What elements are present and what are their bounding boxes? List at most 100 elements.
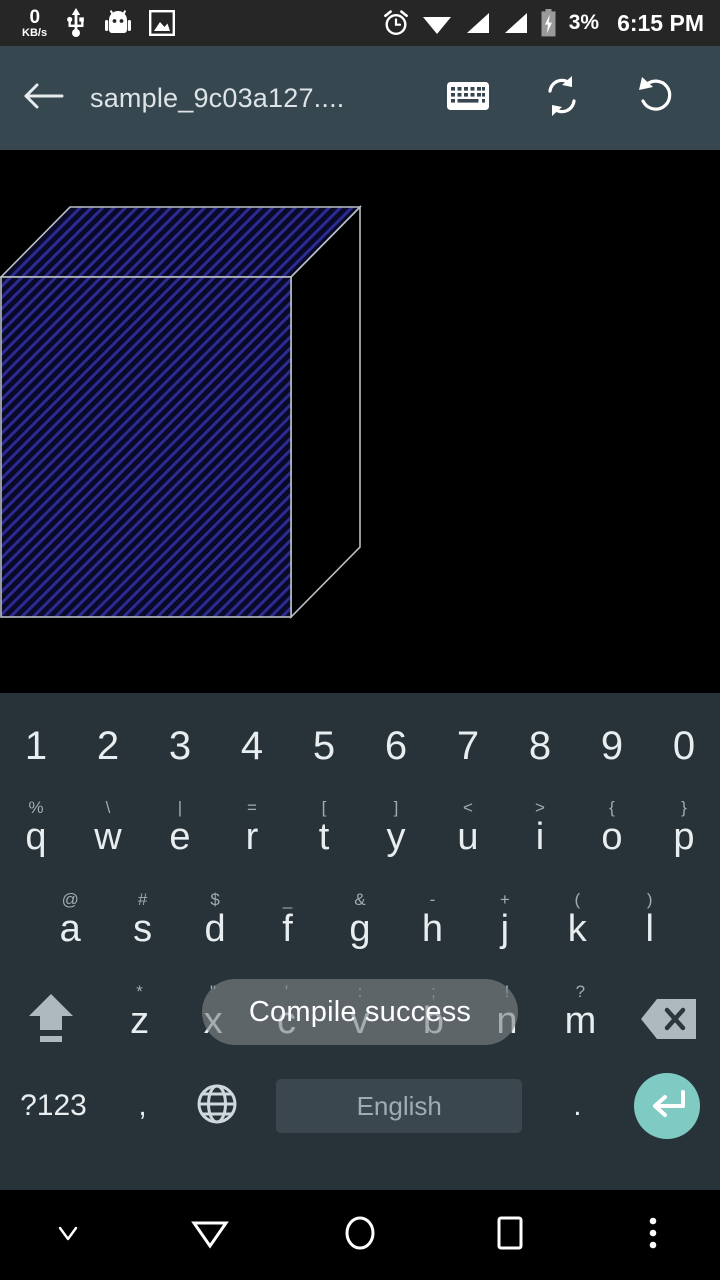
key-s[interactable]: # s bbox=[106, 883, 178, 975]
key-label: d bbox=[204, 908, 226, 950]
key-p[interactable]: } p bbox=[648, 791, 720, 883]
key-i[interactable]: > i bbox=[504, 791, 576, 883]
symbols-key-label: ?123 bbox=[20, 1089, 87, 1122]
space-key-label: English bbox=[356, 1090, 442, 1121]
enter-icon bbox=[647, 1087, 687, 1126]
key-label: j bbox=[500, 908, 510, 950]
key-7[interactable]: 7 bbox=[432, 707, 504, 785]
backspace-icon bbox=[639, 996, 699, 1047]
key-sublabel: = bbox=[247, 798, 257, 817]
key-label: q bbox=[25, 816, 47, 858]
key-o[interactable]: {o bbox=[576, 791, 648, 883]
undo-icon[interactable] bbox=[634, 75, 676, 122]
key-sublabel: ? bbox=[575, 982, 586, 1001]
enter-key-surface bbox=[633, 1073, 700, 1139]
alarm-icon bbox=[382, 9, 410, 37]
soft-keyboard[interactable]: 1 2 3 4 5 6 7 8 9 0 % q \ w | e = r [t ] y < u… bbox=[0, 693, 720, 1190]
key-label: 6 bbox=[384, 724, 408, 768]
key-label: p bbox=[673, 816, 695, 858]
shift-icon bbox=[23, 988, 79, 1055]
key-label: m bbox=[564, 1000, 597, 1042]
sync-icon[interactable] bbox=[542, 75, 582, 122]
overflow-menu-button[interactable] bbox=[585, 1190, 720, 1280]
key-sublabel: \ bbox=[105, 798, 111, 817]
key-label: u bbox=[457, 816, 479, 858]
key-z[interactable]: * z bbox=[103, 975, 176, 1067]
enter-key[interactable] bbox=[613, 1071, 720, 1141]
overflow-menu-icon bbox=[647, 1213, 659, 1258]
key-l[interactable]: ) l bbox=[614, 883, 686, 975]
key-label: z bbox=[130, 1000, 150, 1042]
key-sublabel: $ bbox=[210, 890, 220, 909]
period-key-label: . bbox=[573, 1089, 582, 1122]
image-icon bbox=[149, 10, 176, 36]
key-r[interactable]: = r bbox=[216, 791, 288, 883]
key-j[interactable]: + j bbox=[469, 883, 541, 975]
battery-charging-icon bbox=[540, 9, 557, 37]
key-h[interactable]: -h bbox=[396, 883, 468, 975]
key-g[interactable]: & g bbox=[324, 883, 396, 975]
key-label: l bbox=[645, 908, 654, 950]
key-3[interactable]: 3 bbox=[144, 707, 216, 785]
key-f[interactable]: _ f bbox=[251, 883, 323, 975]
space-key[interactable]: English bbox=[257, 1071, 542, 1141]
key-sublabel: ) bbox=[646, 890, 653, 909]
key-5[interactable]: 5 bbox=[288, 707, 360, 785]
back-button[interactable] bbox=[0, 80, 86, 117]
key-4[interactable]: 4 bbox=[216, 707, 288, 785]
key-1[interactable]: 1 bbox=[0, 707, 72, 785]
key-label: e bbox=[169, 816, 191, 858]
back-nav-button[interactable] bbox=[135, 1190, 285, 1280]
keyboard-row-qwerty: % q \ w | e = r [t ] y < u > i {o } p bbox=[0, 791, 720, 883]
key-w[interactable]: \ w bbox=[72, 791, 144, 883]
page-title: sample_9c03a127.... bbox=[90, 82, 345, 113]
key-label: y bbox=[386, 816, 406, 858]
key-2[interactable]: 2 bbox=[72, 707, 144, 785]
key-6[interactable]: 6 bbox=[360, 707, 432, 785]
key-label: 0 bbox=[672, 724, 696, 768]
period-key[interactable]: . bbox=[542, 1071, 613, 1141]
recents-nav-button[interactable] bbox=[435, 1190, 585, 1280]
signal-2-icon bbox=[502, 11, 528, 35]
key-sublabel: - bbox=[429, 890, 436, 909]
back-arrow-icon bbox=[22, 80, 64, 117]
key-label: 1 bbox=[24, 724, 48, 768]
language-switch-key[interactable] bbox=[178, 1071, 256, 1141]
key-d[interactable]: $ d bbox=[179, 883, 251, 975]
key-e[interactable]: | e bbox=[144, 791, 216, 883]
key-label: o bbox=[601, 816, 623, 858]
home-nav-button[interactable] bbox=[285, 1190, 435, 1280]
key-y[interactable]: ] y bbox=[360, 791, 432, 883]
android-head-icon bbox=[105, 9, 132, 37]
key-a[interactable]: @ a bbox=[34, 883, 106, 975]
key-u[interactable]: < u bbox=[432, 791, 504, 883]
key-9[interactable]: 9 bbox=[576, 707, 648, 785]
network-speed-value: 0 bbox=[29, 6, 40, 28]
key-label: t bbox=[318, 816, 330, 858]
key-8[interactable]: 8 bbox=[504, 707, 576, 785]
key-label: 2 bbox=[96, 724, 120, 768]
key-sublabel: # bbox=[137, 890, 148, 909]
key-sublabel: + bbox=[499, 890, 510, 909]
status-bar-left: 0 KB/s bbox=[0, 6, 176, 39]
shift-key[interactable] bbox=[0, 975, 103, 1067]
key-sublabel: & bbox=[354, 890, 366, 909]
model-viewport[interactable] bbox=[0, 150, 720, 693]
key-q[interactable]: % q bbox=[0, 791, 72, 883]
key-sublabel: ] bbox=[393, 798, 399, 817]
symbols-key[interactable]: ?123 bbox=[0, 1071, 107, 1141]
hide-keyboard-button[interactable] bbox=[0, 1190, 135, 1280]
key-sublabel: % bbox=[28, 798, 44, 817]
backspace-key[interactable] bbox=[617, 975, 720, 1067]
key-m[interactable]: ? m bbox=[544, 975, 617, 1067]
key-label: 8 bbox=[528, 724, 552, 768]
comma-key[interactable]: , bbox=[107, 1071, 178, 1141]
toast-text: Compile success bbox=[248, 995, 472, 1028]
keyboard-icon[interactable] bbox=[446, 79, 490, 118]
language-globe-icon bbox=[196, 1083, 238, 1130]
key-k[interactable]: (k bbox=[541, 883, 613, 975]
key-0[interactable]: 0 bbox=[648, 707, 720, 785]
key-t[interactable]: [t bbox=[288, 791, 360, 883]
key-label: i bbox=[535, 816, 545, 858]
key-label: a bbox=[59, 908, 81, 950]
